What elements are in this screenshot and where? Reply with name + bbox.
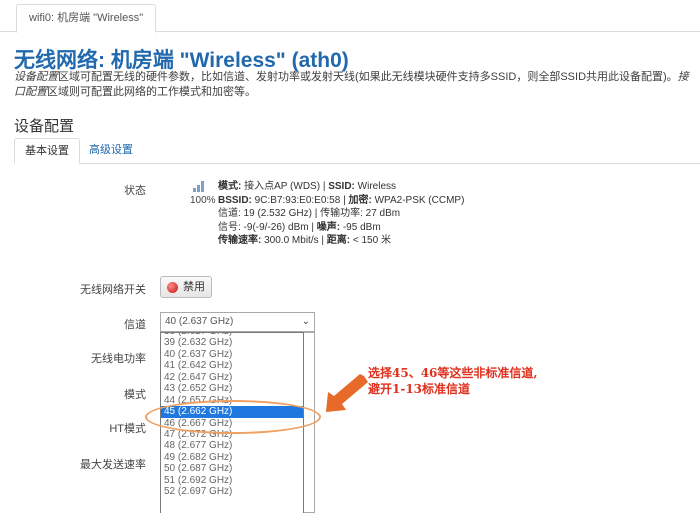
channel-option[interactable]: 39 (2.632 GHz) xyxy=(161,337,303,348)
annotation-note: 选择45、46等这些非标准信道, 避开1-13标准信道 xyxy=(368,365,538,397)
status-value: 300.0 Mbit/s | xyxy=(261,235,327,247)
status-key: SSID: xyxy=(328,181,355,192)
status-key: 传输功率: xyxy=(320,208,363,220)
status-details: 模式: 接入点AP (WDS) | SSID: Wireless BSSID: … xyxy=(218,180,464,248)
status-key: 传输速率: xyxy=(218,235,262,247)
status-line-bssid: BSSID: 9C:B7:93:E0:E0:58 | 加密: WPA2-PSK … xyxy=(218,194,464,208)
annotation-line-2: 避开1-13标准信道 xyxy=(368,382,471,396)
status-value: 9C:B7:93:E0:E0:58 | xyxy=(251,194,349,206)
channel-label: 信道 xyxy=(124,319,146,331)
status-key: BSSID: xyxy=(218,194,252,206)
page-description: 设备配置区域可配置无线的硬件参数，比如信道、发射功率或发射天线(如果此无线模块硬… xyxy=(14,70,690,100)
desc-text-1: 区域可配置无线的硬件参数，比如信道、发射功率或发射天线(如果此无线模块硬件支持多… xyxy=(58,71,678,83)
status-key: 加密: xyxy=(348,194,372,206)
ht-mode-label: HT模式 xyxy=(109,423,146,435)
disable-button-label: 禁用 xyxy=(183,281,205,293)
annotation-line-1: 选择45、46等这些非标准信道, xyxy=(368,366,538,380)
channel-select[interactable]: 40 (2.637 GHz) ⌄ xyxy=(160,312,315,332)
top-tabbar: wifi0: 机房端 "Wireless" xyxy=(0,0,700,33)
tx-power-label: 无线电功率 xyxy=(91,353,146,365)
subtabs: 基本设置 高级设置 xyxy=(14,138,700,164)
status-key: 距离: xyxy=(326,235,351,247)
status-key: 噪声: xyxy=(316,221,341,233)
status-line-channel: 信道: 19 (2.532 GHz) | 传输功率: 27 dBm xyxy=(218,207,464,221)
arrow-icon xyxy=(326,374,368,412)
tab-wifi0[interactable]: wifi0: 机房端 "Wireless" xyxy=(16,4,157,33)
status-key: 模式: xyxy=(218,181,242,192)
status-value: -95 dBm xyxy=(340,221,381,233)
status-key: 信号: xyxy=(218,221,241,233)
signal-percent: 100% xyxy=(190,195,216,206)
chevron-down-icon: ⌄ xyxy=(301,316,310,327)
status-value: 接入点AP (WDS) | xyxy=(241,181,329,192)
section-title: 设备配置 xyxy=(14,118,75,135)
channel-option[interactable]: 49 (2.682 GHz) xyxy=(161,452,303,463)
channel-option[interactable]: 40 (2.637 GHz) xyxy=(161,349,303,360)
channel-option[interactable]: 41 (2.642 GHz) xyxy=(161,360,303,371)
disable-button[interactable]: 禁用 xyxy=(160,276,212,298)
channel-option[interactable]: 50 (2.687 GHz) xyxy=(161,463,303,474)
status-label: 状态 xyxy=(124,185,146,197)
channel-option[interactable]: 43 (2.652 GHz) xyxy=(161,383,303,394)
status-value: -9(-9/-26) dBm | xyxy=(240,221,317,233)
desc-device-config: 设备配置 xyxy=(14,71,58,83)
status-value: 19 (2.532 GHz) | xyxy=(240,208,321,220)
status-line-mode: 模式: 接入点AP (WDS) | SSID: Wireless xyxy=(218,180,464,194)
status-value: Wireless xyxy=(354,181,397,192)
status-line-signal: 信号: -9(-9/-26) dBm | 噪声: -95 dBm xyxy=(218,221,464,235)
channel-selected-value: 40 (2.637 GHz) xyxy=(165,316,234,327)
channel-option[interactable]: 51 (2.692 GHz) xyxy=(161,475,303,486)
desc-text-2: 区域则可配置此网络的工作模式和加密等。 xyxy=(47,86,256,98)
channel-option[interactable]: 42 (2.647 GHz) xyxy=(161,372,303,383)
status-value: WPA2-PSK (CCMP) xyxy=(371,194,465,206)
status-value: 27 dBm xyxy=(362,208,401,220)
status-value: < 150 米 xyxy=(350,235,391,247)
status-key: 信道: xyxy=(218,208,241,220)
tab-basic-settings[interactable]: 基本设置 xyxy=(14,138,80,164)
channel-option[interactable]: 52 (2.697 GHz) xyxy=(161,486,303,497)
highlight-ellipse xyxy=(145,400,321,434)
signal-strength-icon xyxy=(192,180,206,192)
max-rate-label: 最大发送速率 xyxy=(80,459,146,471)
channel-option[interactable]: 48 (2.677 GHz) xyxy=(161,440,303,451)
disable-icon xyxy=(167,282,178,293)
wireless-switch-label: 无线网络开关 xyxy=(80,284,146,296)
tab-advanced-settings[interactable]: 高级设置 xyxy=(79,138,143,164)
mode-label: 模式 xyxy=(124,389,146,401)
status-line-rate: 传输速率: 300.0 Mbit/s | 距离: < 150 米 xyxy=(218,234,464,248)
